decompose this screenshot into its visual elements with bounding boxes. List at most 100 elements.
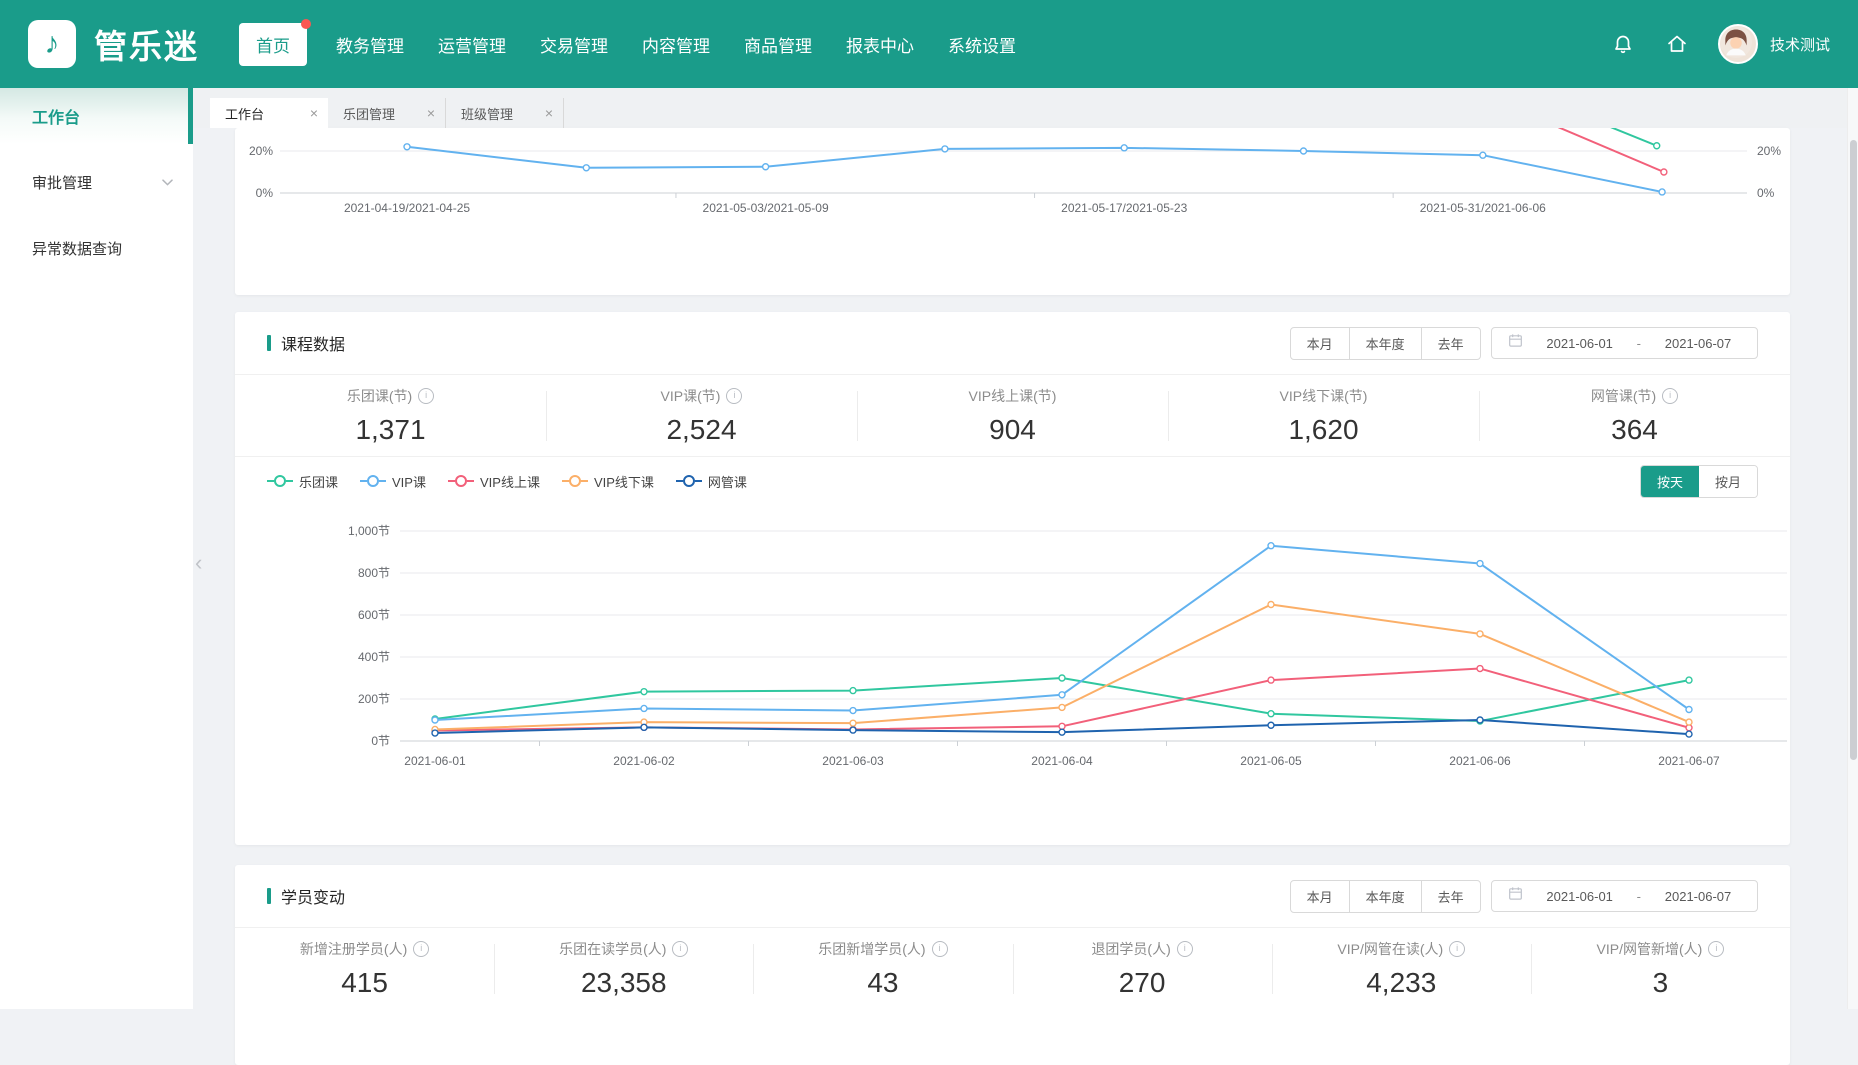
svg-text:2021-06-05: 2021-06-05 [1240,754,1302,768]
range-this-year-button[interactable]: 本年度 [1349,328,1421,359]
section-title: 学员变动 [267,884,345,908]
start-date-input[interactable]: 2021-06-01 [1537,336,1623,351]
nav-item-reports[interactable]: 报表中心 [846,23,914,66]
svg-text:2021-06-03: 2021-06-03 [822,754,884,768]
info-icon[interactable]: i [1708,941,1724,957]
brand-logo-icon[interactable]: ♪ [28,20,76,68]
tab-class-management[interactable]: 班级管理 × [446,98,564,128]
nav-item-home[interactable]: 首页 [239,23,307,66]
user-avatar[interactable] [1718,24,1758,64]
nav-right-zone: 技术测试 [1610,24,1830,64]
stat-vip-lessons: VIP课(节)i 2,524 [546,386,857,446]
legend-item-vip-offline[interactable]: VIP线下课 [562,472,654,491]
legend-item-vip[interactable]: VIP课 [360,472,426,491]
range-button-group: 本月 本年度 去年 [1290,327,1481,360]
legend-marker-icon [360,475,386,487]
range-this-month-button[interactable]: 本月 [1291,328,1349,359]
main-area: 工作台 × 乐团管理 × 班级管理 × 0%0%20%20%2021-04-19… [193,88,1858,1009]
nav-item-operations[interactable]: 运营管理 [438,23,506,66]
start-date-input[interactable]: 2021-06-01 [1537,889,1623,904]
stat-value: 4,233 [1272,967,1531,999]
course-range-controls: 本月 本年度 去年 2021-06-01 - 2021-06-07 [1290,327,1758,360]
info-icon[interactable]: i [1662,388,1678,404]
stat-value: 904 [857,414,1168,446]
stat-orchestra-lessons: 乐团课(节)i 1,371 [235,386,546,446]
page-scrollbar-thumb[interactable] [1850,140,1857,760]
info-icon[interactable]: i [726,388,742,404]
svg-text:20%: 20% [249,144,273,158]
sidebar-item-abnormal-data[interactable]: 异常数据查询 [0,220,193,276]
svg-text:800节: 800节 [358,566,390,580]
stat-netadmin-lessons: 网管课(节)i 364 [1479,386,1790,446]
svg-text:2021-04-19/2021-04-25: 2021-04-19/2021-04-25 [344,201,470,215]
svg-text:400节: 400节 [358,650,390,664]
date-separator: - [1637,336,1641,351]
nav-item-academic[interactable]: 教务管理 [336,23,404,66]
range-this-month-button[interactable]: 本月 [1291,881,1349,912]
nav-item-products[interactable]: 商品管理 [744,23,812,66]
close-icon[interactable]: × [310,106,318,120]
chart-legend: 乐团课 VIP课 VIP线上课 VIP线下课 [267,472,747,491]
legend-marker-icon [448,475,474,487]
sidebar-collapse-handle[interactable]: ‹ [195,550,202,576]
svg-text:2021-06-02: 2021-06-02 [613,754,675,768]
content-scroll-area: 0%0%20%20%2021-04-19/2021-04-252021-05-0… [193,128,1858,1065]
user-name[interactable]: 技术测试 [1770,34,1830,55]
info-icon[interactable]: i [932,941,948,957]
stat-value: 43 [753,967,1012,999]
svg-text:2021-05-03/2021-05-09: 2021-05-03/2021-05-09 [703,201,829,215]
stat-value: 270 [1013,967,1272,999]
dashboard-page: { "ui": { "close_glyph": "×", "info_glyp… [0,0,1858,1009]
stat-value: 364 [1479,414,1790,446]
svg-text:2021-06-06: 2021-06-06 [1449,754,1511,768]
stat-value: 2,524 [546,414,857,446]
close-icon[interactable]: × [545,106,553,120]
stat-value: 415 [235,967,494,999]
svg-text:0节: 0节 [371,734,390,748]
sidebar-item-approvals[interactable]: 审批管理 [0,154,193,210]
calendar-icon [1508,333,1523,353]
close-icon[interactable]: × [427,106,435,120]
stat-value: 1,620 [1168,414,1479,446]
svg-text:0%: 0% [1757,186,1775,200]
range-last-year-button[interactable]: 去年 [1421,881,1480,912]
range-button-group: 本月 本年度 去年 [1290,880,1481,913]
info-icon[interactable]: i [1177,941,1193,957]
chart-legend-row: 乐团课 VIP课 VIP线上课 VIP线下课 [235,457,1790,505]
home-icon[interactable] [1664,31,1690,57]
svg-text:2021-05-17/2021-05-23: 2021-05-17/2021-05-23 [1061,201,1187,215]
svg-text:0%: 0% [256,186,274,200]
end-date-input[interactable]: 2021-06-07 [1655,889,1741,904]
stat-value: 23,358 [494,967,753,999]
stat-vip-netadmin-new: VIP/网管新增(人)i 3 [1531,939,1790,999]
nav-item-settings[interactable]: 系统设置 [948,23,1016,66]
legend-item-netadmin[interactable]: 网管课 [676,472,747,491]
legend-item-orchestra[interactable]: 乐团课 [267,472,338,491]
info-icon[interactable]: i [1449,941,1465,957]
end-date-input[interactable]: 2021-06-07 [1655,336,1741,351]
by-month-button[interactable]: 按月 [1699,466,1757,497]
info-icon[interactable]: i [418,388,434,404]
svg-text:2021-05-31/2021-06-06: 2021-05-31/2021-06-06 [1420,201,1546,215]
by-day-button[interactable]: 按天 [1641,466,1699,497]
info-icon[interactable]: i [672,941,688,957]
range-last-year-button[interactable]: 去年 [1421,328,1480,359]
course-trend-chart: 0节200节400节600节800节1,000节2021-06-012021-0… [235,505,1790,775]
bell-icon[interactable] [1610,31,1636,57]
student-stats-row: 新增注册学员(人)i 415 乐团在读学员(人)i 23,358 乐团新增学员(… [235,928,1790,1009]
date-range-picker[interactable]: 2021-06-01 - 2021-06-07 [1491,880,1758,912]
stat-vip-netadmin-enrolled: VIP/网管在读(人)i 4,233 [1272,939,1531,999]
nav-item-transactions[interactable]: 交易管理 [540,23,608,66]
chevron-down-icon [162,179,173,186]
tab-orchestra-management[interactable]: 乐团管理 × [328,98,446,128]
student-range-controls: 本月 本年度 去年 2021-06-01 - 2021-06-07 [1290,880,1758,913]
info-icon[interactable]: i [413,941,429,957]
nav-item-content[interactable]: 内容管理 [642,23,710,66]
svg-text:2021-06-01: 2021-06-01 [404,754,466,768]
date-range-picker[interactable]: 2021-06-01 - 2021-06-07 [1491,327,1758,359]
section-title: 课程数据 [267,331,345,355]
sidebar-item-workbench[interactable]: 工作台 [0,88,193,144]
tab-workbench[interactable]: 工作台 × [210,98,328,128]
legend-item-vip-online[interactable]: VIP线上课 [448,472,540,491]
range-this-year-button[interactable]: 本年度 [1349,881,1421,912]
